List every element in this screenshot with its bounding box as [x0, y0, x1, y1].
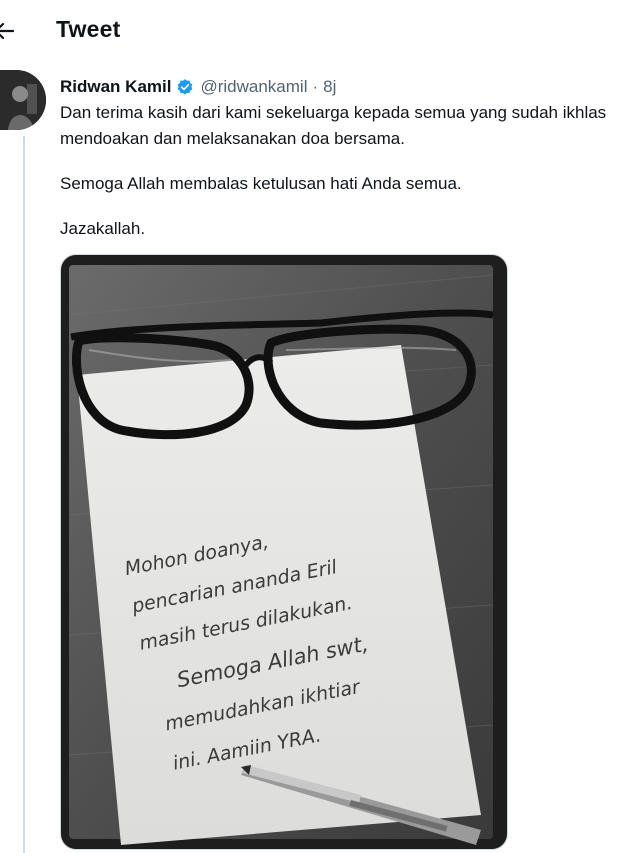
tweet-author-row: Ridwan Kamil @ridwankamil · 8j: [60, 75, 336, 99]
tweet-photo[interactable]: Mohon doanya, pencarian ananda Eril masi…: [60, 254, 508, 850]
arrow-left-icon[interactable]: [0, 18, 14, 44]
verified-badge-icon: [178, 79, 193, 95]
author-name[interactable]: Ridwan Kamil: [60, 77, 171, 97]
tweet-text-line: Dan terima kasih dari kami sekeluarga ke…: [60, 103, 607, 122]
tweet-header: Tweet: [0, 0, 640, 62]
author-handle[interactable]: @ridwankamil: [200, 77, 307, 97]
page-title: Tweet: [56, 16, 121, 42]
tweet-text-line: mendoakan dan melaksanakan doa bersama.: [60, 129, 405, 148]
thread-line: [23, 136, 25, 853]
tweet-text: Dan terima kasih dari kami sekeluarga ke…: [60, 100, 635, 242]
tweet-timestamp[interactable]: 8j: [323, 77, 336, 97]
separator-dot: ·: [312, 77, 319, 96]
avatar[interactable]: [0, 70, 46, 130]
tweet-text-line: Jazakallah.: [60, 219, 146, 238]
tweet-text-line: Semoga Allah membalas ketulusan hati And…: [60, 174, 462, 193]
